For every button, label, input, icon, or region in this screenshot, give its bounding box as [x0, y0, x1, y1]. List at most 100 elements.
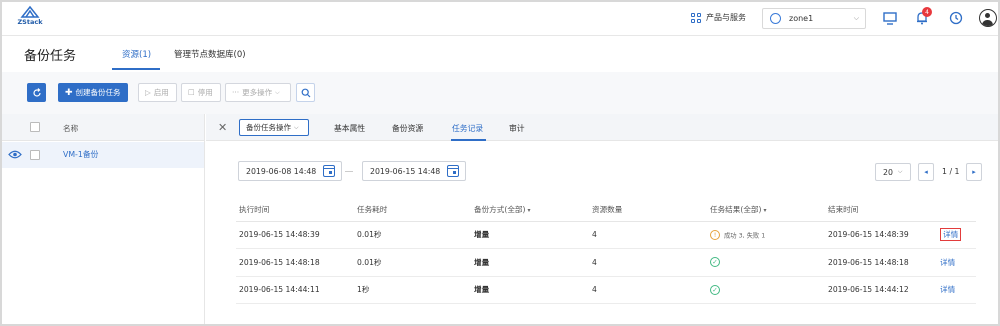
disable-label: 停用 — [197, 88, 213, 97]
search-icon — [301, 88, 310, 97]
select-all-checkbox[interactable] — [30, 122, 40, 132]
refresh-button[interactable] — [27, 83, 46, 102]
result-cell: ! 成功 3, 失败 1 — [707, 221, 825, 249]
col-exec-time: 执行时间 — [236, 199, 354, 222]
column-name: 名称 — [63, 124, 79, 133]
create-backup-task-button[interactable]: ✚ 创建备份任务 — [58, 83, 128, 102]
zone-icon — [770, 13, 781, 24]
page-header: 备份任务 资源(1) 管理节点数据库(0) — [2, 37, 998, 71]
result-cell: ✓ — [707, 248, 825, 277]
chevron-down-icon: ⌵ — [897, 168, 903, 175]
enable-button[interactable]: ▷ 启用 — [138, 83, 177, 102]
tab-audit[interactable]: 审计 — [509, 123, 525, 134]
products-menu[interactable]: 产品与服务 — [691, 12, 746, 23]
duration-cell: 1秒 — [354, 276, 471, 304]
logo-text: ZStack — [17, 18, 43, 26]
exec-time-cell: 2019-06-15 14:44:11 — [236, 276, 354, 304]
calendar-icon[interactable] — [447, 165, 459, 177]
col-task-result[interactable]: 任务结果(全部) ▾ — [707, 199, 825, 222]
details-link[interactable]: 详情 — [940, 285, 955, 294]
caret-down-icon: ▾ — [527, 207, 531, 215]
chevron-down-icon: ⌵ — [275, 88, 280, 96]
check-circle-icon: ✓ — [710, 284, 720, 295]
monitor-icon[interactable] — [882, 10, 898, 26]
table-row: 2019-06-15 14:48:39 0.01秒 增量 4 ! 成功 3, 失败… — [236, 221, 976, 249]
more-icon: ··· — [232, 88, 240, 97]
zstack-logo[interactable]: ZStack — [10, 5, 50, 31]
col-backup-mode[interactable]: 备份方式(全部) ▾ — [471, 199, 589, 222]
history-icon[interactable] — [948, 10, 964, 26]
end-time-cell: 2019-06-15 14:48:39 — [825, 221, 937, 249]
active-tab-indicator — [112, 68, 160, 70]
search-button[interactable] — [296, 83, 315, 102]
caret-down-icon: ▾ — [763, 207, 767, 215]
page-size-select[interactable]: 20 ⌵ — [875, 163, 911, 181]
active-tab-indicator — [451, 139, 486, 141]
table-header: 执行时间 任务耗时 备份方式(全部) ▾ 资源数量 任务结果(全部) ▾ 结束时间 — [236, 199, 976, 222]
row-checkbox[interactable] — [30, 150, 40, 160]
details-link[interactable]: 详情 — [940, 228, 962, 242]
exec-time-cell: 2019-06-15 14:48:39 — [236, 221, 354, 249]
calendar-icon[interactable] — [323, 165, 335, 177]
action-cell: 详情 — [937, 221, 976, 249]
mode-cell: 增量 — [471, 276, 589, 304]
eye-icon[interactable] — [8, 150, 22, 161]
app-window: ZStack 产品与服务 zone1 ⌵ 4 备份任务 资源(1) 管理节点数据… — [0, 0, 1000, 326]
end-date-input[interactable]: 2019-06-15 14:48 — [362, 161, 466, 181]
zone-select[interactable]: zone1 ⌵ — [762, 8, 866, 29]
chevron-down-icon: ⌵ — [853, 14, 859, 22]
table-row: 2019-06-15 14:44:11 1秒 增量 4 ✓ 2019-06-15… — [236, 276, 976, 304]
resource-list: 名称 VM-1备份 — [2, 114, 205, 324]
date-range-separator — [345, 171, 353, 172]
task-records-table: 执行时间 任务耗时 备份方式(全部) ▾ 资源数量 任务结果(全部) ▾ 结束时间 … — [236, 199, 976, 304]
count-cell: 4 — [589, 248, 707, 277]
ops-label: 备份任务操作 — [246, 123, 291, 132]
close-icon[interactable]: ✕ — [218, 121, 227, 134]
grid-icon — [691, 12, 701, 23]
count-cell: 4 — [589, 276, 707, 304]
page-size-value: 20 — [883, 167, 893, 177]
start-date-value: 2019-06-08 14:48 — [246, 166, 317, 176]
notification-badge: 4 — [922, 7, 932, 17]
more-actions-button[interactable]: ··· 更多操作 ⌵ — [225, 83, 291, 102]
tab-basic-attributes[interactable]: 基本属性 — [334, 123, 365, 134]
table-row: 2019-06-15 14:48:18 0.01秒 增量 4 ✓ 2019-06… — [236, 248, 976, 277]
result-cell: ✓ — [707, 276, 825, 304]
col-resource-count: 资源数量 — [589, 199, 707, 222]
play-icon: ▷ — [145, 88, 151, 97]
enable-label: 启用 — [153, 88, 169, 97]
resource-name-link[interactable]: VM-1备份 — [63, 149, 98, 160]
mode-cell: 增量 — [471, 248, 589, 277]
more-label: 更多操作 — [242, 88, 273, 97]
user-avatar[interactable] — [979, 9, 997, 27]
page-info: 1 / 1 — [942, 167, 960, 176]
col-end-time: 结束时间 — [825, 199, 937, 222]
end-date-value: 2019-06-15 14:48 — [370, 166, 441, 176]
col-task-result-label: 任务结果(全部) — [710, 205, 762, 215]
zone-value: zone1 — [789, 14, 814, 23]
tab-resources[interactable]: 资源(1) — [122, 48, 151, 60]
top-bar: ZStack 产品与服务 zone1 ⌵ 4 — [2, 2, 998, 36]
check-circle-icon: ✓ — [710, 257, 720, 268]
end-time-cell: 2019-06-15 14:44:12 — [825, 276, 937, 304]
prev-page-button[interactable]: ◂ — [918, 163, 934, 181]
end-time-cell: 2019-06-15 14:48:18 — [825, 248, 937, 277]
result-text: 成功 3, 失败 1 — [724, 232, 766, 240]
list-item[interactable]: VM-1备份 — [2, 142, 204, 168]
tab-backup-resources[interactable]: 备份资源 — [392, 123, 423, 134]
tab-mgmt-db[interactable]: 管理节点数据库(0) — [174, 48, 246, 60]
stop-icon: ☐ — [188, 88, 195, 97]
next-page-button[interactable]: ▸ — [966, 163, 982, 181]
tab-task-records[interactable]: 任务记录 — [452, 123, 483, 134]
refresh-icon — [32, 87, 41, 97]
backup-task-ops-dropdown[interactable]: 备份任务操作 ⌵ — [239, 119, 309, 136]
chevron-down-icon: ⌵ — [294, 123, 299, 131]
page-title: 备份任务 — [24, 49, 77, 64]
duration-cell: 0.01秒 — [354, 248, 471, 277]
disable-button[interactable]: ☐ 停用 — [181, 83, 221, 102]
col-action — [937, 199, 976, 222]
start-date-input[interactable]: 2019-06-08 14:48 — [238, 161, 342, 181]
col-backup-mode-label: 备份方式(全部) — [474, 205, 526, 215]
details-link[interactable]: 详情 — [940, 258, 955, 267]
col-duration: 任务耗时 — [354, 199, 471, 222]
